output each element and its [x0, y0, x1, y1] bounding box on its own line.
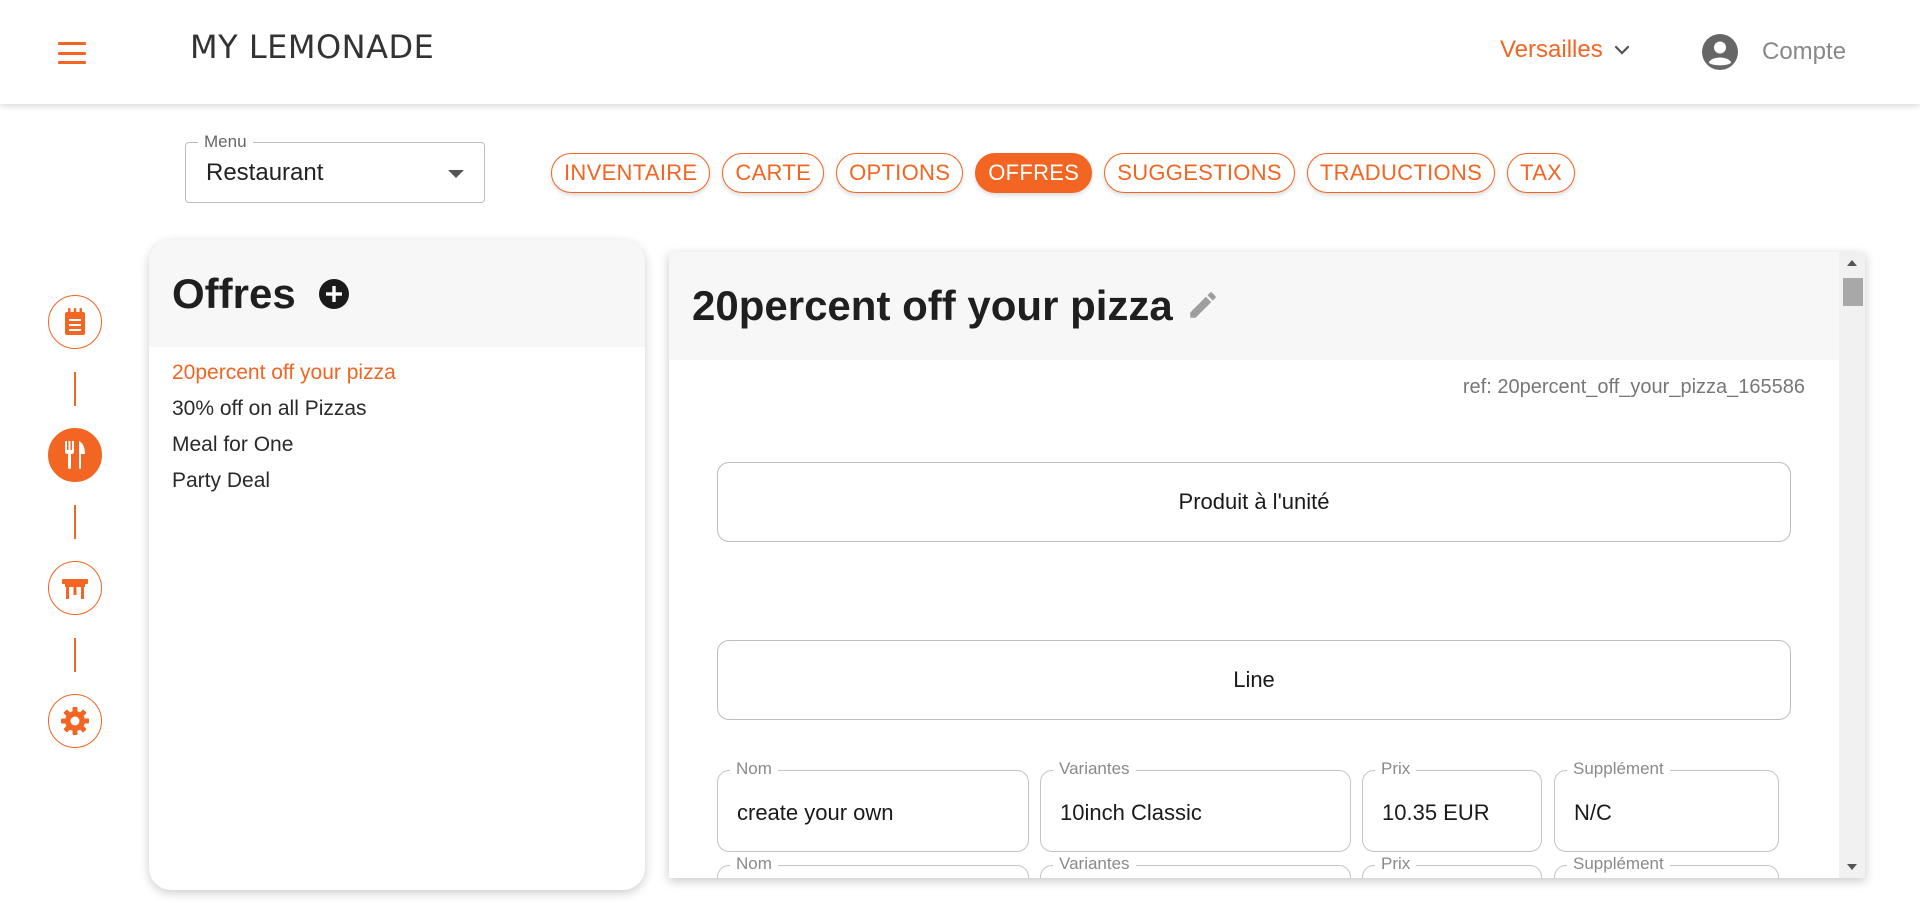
supplement-field[interactable]: Supplément N/C [1554, 759, 1779, 852]
menu-select-value: Restaurant [206, 159, 324, 186]
edit-title-button[interactable] [1186, 288, 1220, 327]
account-menu[interactable]: Compte [1702, 34, 1846, 70]
menu-select-label: Menu [198, 132, 253, 152]
unit-product-button[interactable]: Produit à l'unité [717, 462, 1791, 542]
offer-detail-header: 20percent off your pizza [669, 252, 1839, 360]
offer-list-item[interactable]: 30% off on all Pizzas [149, 391, 645, 427]
add-circle-icon [319, 279, 349, 309]
dropdown-caret-icon [448, 170, 464, 178]
fork-knife-icon [65, 441, 85, 469]
tab-suggestions[interactable]: SUGGESTIONS [1104, 153, 1295, 193]
tab-carte[interactable]: CARTE [722, 153, 825, 193]
city-label: Versailles [1500, 36, 1603, 63]
supplement-field-label: Supplément [1567, 759, 1670, 779]
menu-select[interactable]: Menu Restaurant [185, 132, 485, 203]
account-label: Compte [1762, 38, 1847, 65]
offers-list: 20percent off your pizza 30% off on all … [149, 347, 645, 499]
nav-connector [74, 372, 76, 406]
offer-list-item[interactable]: Meal for One [149, 427, 645, 463]
offers-header: Offres [149, 240, 645, 347]
offer-detail-panel: 20percent off your pizza ref: 20percent_… [669, 252, 1865, 878]
pencil-icon [1190, 292, 1216, 318]
offer-list-item[interactable]: 20percent off your pizza [149, 355, 645, 391]
top-app-bar: MY LEMONADE Versailles Compte [0, 0, 1920, 104]
variantes-field[interactable]: Variantes 10inch Classic [1040, 759, 1351, 852]
chevron-down-icon [1614, 45, 1629, 55]
prix-field-value: 10.35 EUR [1382, 800, 1490, 825]
offer-detail-title: 20percent off your pizza [692, 282, 1173, 329]
nom-field[interactable]: Nom create your own [717, 759, 1029, 852]
nom-field-label: Nom [730, 759, 778, 779]
prix-field-label: Prix [1375, 759, 1417, 779]
section-tabs: INVENTAIRE CARTE OPTIONS OFFRES SUGGESTI… [551, 153, 1576, 193]
tab-tax[interactable]: TAX [1507, 153, 1576, 193]
offers-panel: Offres 20percent off your pizza 30% off … [149, 240, 645, 890]
variantes-field-value: 10inch Classic [1060, 800, 1202, 825]
offers-title: Offres [172, 270, 296, 317]
nav-connector [74, 638, 76, 672]
scroll-up-arrow-icon[interactable] [1847, 260, 1857, 266]
prix-field[interactable]: Prix [1362, 854, 1542, 878]
tab-offres[interactable]: OFFRES [975, 153, 1093, 193]
scroll-down-arrow-icon[interactable] [1847, 864, 1857, 870]
detail-scrollbar[interactable] [1839, 252, 1865, 878]
nom-field-value: create your own [737, 800, 894, 825]
prix-field-label: Prix [1375, 854, 1417, 874]
offer-ref: ref: 20percent_off_your_pizza_165586 [1462, 376, 1805, 398]
nav-food-button[interactable] [48, 428, 102, 482]
nav-tables-button[interactable] [48, 561, 102, 615]
offer-list-item[interactable]: Party Deal [149, 463, 645, 499]
variantes-field[interactable]: Variantes [1040, 854, 1351, 878]
nav-connector [74, 505, 76, 539]
prix-field[interactable]: Prix 10.35 EUR [1362, 759, 1542, 852]
variantes-field-label: Variantes [1053, 854, 1136, 874]
nom-field[interactable]: Nom [717, 854, 1029, 878]
add-offer-button[interactable] [318, 278, 350, 315]
gear-icon [61, 707, 89, 735]
tab-traductions[interactable]: TRADUCTIONS [1306, 153, 1496, 193]
hamburger-menu-icon[interactable] [58, 42, 86, 64]
supplement-field-value: N/C [1574, 800, 1612, 825]
menu-list-icon [65, 308, 85, 335]
nav-menu-button[interactable] [48, 295, 102, 349]
variantes-field-label: Variantes [1053, 759, 1136, 779]
scrollbar-thumb[interactable] [1843, 278, 1863, 306]
city-selector[interactable]: Versailles [1500, 36, 1631, 64]
tab-inventaire[interactable]: INVENTAIRE [551, 153, 711, 193]
nom-field-label: Nom [730, 854, 778, 874]
supplement-field-label: Supplément [1567, 854, 1670, 874]
table-icon [62, 579, 88, 599]
nav-settings-button[interactable] [48, 694, 102, 748]
line-button[interactable]: Line [717, 640, 1791, 720]
logo[interactable]: MY LEMONADE [190, 28, 434, 66]
account-circle-icon [1702, 34, 1738, 70]
tab-options[interactable]: OPTIONS [836, 153, 964, 193]
supplement-field[interactable]: Supplément [1554, 854, 1779, 878]
